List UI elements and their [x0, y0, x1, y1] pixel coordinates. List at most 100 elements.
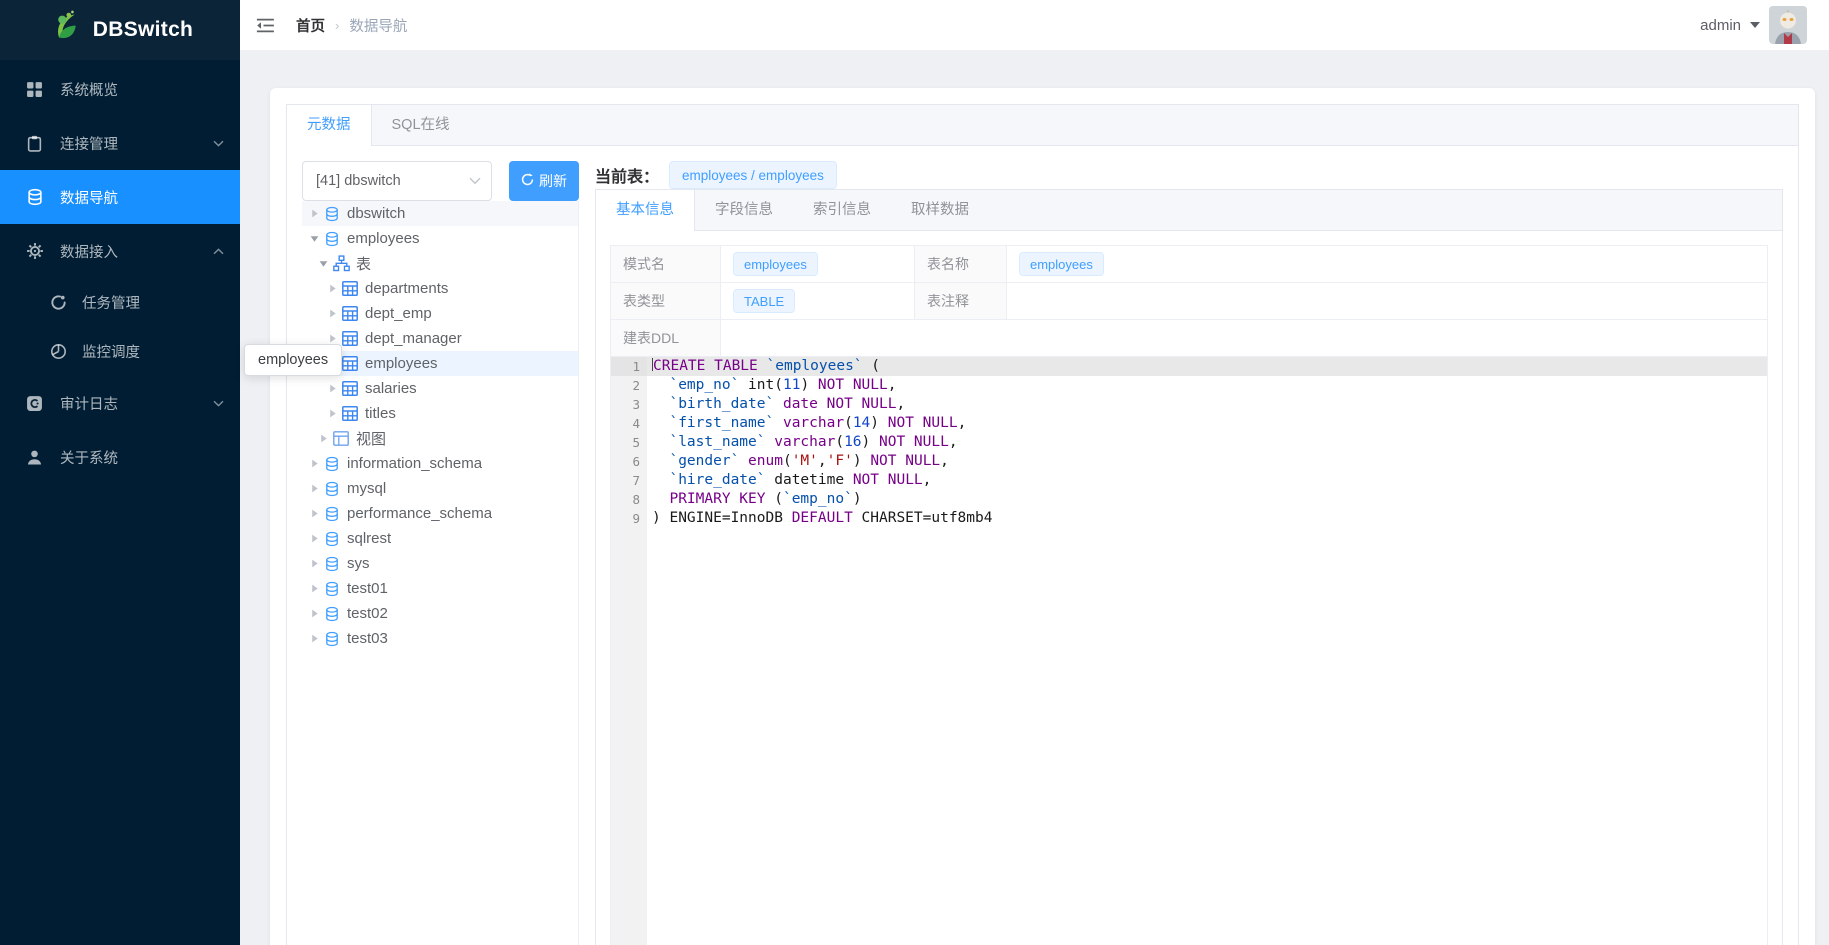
- tree-node-label: test02: [347, 605, 388, 622]
- breadcrumb-home[interactable]: 首页: [296, 15, 325, 36]
- tree-node-sqlrest[interactable]: sqlrest: [302, 526, 578, 551]
- sidebar-item-label: 连接管理: [60, 133, 213, 154]
- schema-name-label: 模式名: [611, 246, 721, 283]
- tab-sql-online[interactable]: SQL在线: [372, 105, 470, 145]
- ddl-line-number: 2: [611, 376, 647, 395]
- grid-icon: [26, 81, 46, 98]
- ddl-line-number: 1: [611, 357, 647, 376]
- inner-tabs: 基本信息字段信息索引信息取样数据 模式名 employees 表名称: [595, 189, 1783, 945]
- audit-icon: [26, 395, 46, 412]
- ddl-code-line: CREATE TABLE `employees` (: [647, 357, 1767, 376]
- tree-node-label: 表: [356, 253, 371, 274]
- tab-index-info[interactable]: 索引信息: [793, 190, 891, 230]
- caret-right-icon[interactable]: [307, 531, 322, 546]
- pie-icon: [50, 343, 70, 360]
- sidebar-item-connection-management[interactable]: 连接管理: [0, 116, 240, 170]
- tree-node-salaries[interactable]: salaries: [302, 376, 578, 401]
- caret-right-icon[interactable]: [307, 581, 322, 596]
- app-logo[interactable]: DBSwitch: [0, 0, 240, 60]
- db-tree-icon: [324, 631, 342, 647]
- current-table-tag: employees / employees: [669, 161, 837, 189]
- tree-node-sys[interactable]: sys: [302, 551, 578, 576]
- caret-right-icon[interactable]: [316, 431, 331, 446]
- caret-right-icon[interactable]: [307, 631, 322, 646]
- db-tree-icon: [324, 481, 342, 497]
- sidebar-item-about-system[interactable]: 关于系统: [0, 430, 240, 484]
- tab-metadata[interactable]: 元数据: [287, 105, 372, 146]
- db-tree-icon: [324, 606, 342, 622]
- ddl-line-number: 5: [611, 433, 647, 452]
- tree-node-test02[interactable]: test02: [302, 601, 578, 626]
- ddl-code-block[interactable]: 1CREATE TABLE `employees` (2 `emp_no` in…: [611, 357, 1767, 945]
- tree-node-test03[interactable]: test03: [302, 626, 578, 651]
- ddl-line-number: 6: [611, 452, 647, 471]
- caret-right-icon[interactable]: [307, 556, 322, 571]
- ddl-line-number: 3: [611, 395, 647, 414]
- caret-right-icon[interactable]: [325, 306, 340, 321]
- caret-right-icon[interactable]: [307, 206, 322, 221]
- caret-down-icon: [1750, 22, 1760, 28]
- caret-right-icon[interactable]: [325, 281, 340, 296]
- tree-node-dbswitch[interactable]: dbswitch: [302, 201, 578, 226]
- tree-node-performance_schema[interactable]: performance_schema: [302, 501, 578, 526]
- outer-tabs: 元数据SQL在线 [41] dbswitch: [286, 104, 1799, 945]
- tree-node-dept_manager[interactable]: dept_manager: [302, 326, 578, 351]
- content-card: 元数据SQL在线 [41] dbswitch: [270, 88, 1815, 945]
- sidebar-item-label: 关于系统: [60, 447, 224, 468]
- caret-down-icon[interactable]: [307, 231, 322, 246]
- tree-node-departments[interactable]: departments: [302, 276, 578, 301]
- tree-node-label: test03: [347, 630, 388, 647]
- inner-tabs-header: 基本信息字段信息索引信息取样数据: [596, 190, 1782, 231]
- db-tree-icon: [324, 581, 342, 597]
- sidebar: DBSwitch 系统概览连接管理数据导航数据接入任务管理监控调度审计日志关于系…: [0, 0, 240, 945]
- db-tree-icon: [324, 506, 342, 522]
- tab-sample-data[interactable]: 取样数据: [891, 190, 989, 230]
- tree-node-employees[interactable]: employees: [302, 351, 578, 376]
- sidebar-item-label: 审计日志: [60, 393, 213, 414]
- user-avatar[interactable]: [1769, 6, 1807, 44]
- ddl-code-line: PRIMARY KEY (`emp_no`): [647, 490, 1767, 509]
- caret-down-icon[interactable]: [316, 256, 331, 271]
- user-menu[interactable]: admin: [1700, 6, 1807, 44]
- sidebar-item-system-overview[interactable]: 系统概览: [0, 62, 240, 116]
- tree-node-表[interactable]: 表: [302, 251, 578, 276]
- caret-right-icon[interactable]: [307, 456, 322, 471]
- tree-node-mysql[interactable]: mysql: [302, 476, 578, 501]
- tree-node-视图[interactable]: 视图: [302, 426, 578, 451]
- tree-node-information_schema[interactable]: information_schema: [302, 451, 578, 476]
- tree-node-test01[interactable]: test01: [302, 576, 578, 601]
- caret-right-icon[interactable]: [307, 606, 322, 621]
- table-comment-cell: [1007, 283, 1768, 320]
- database-icon: [26, 188, 46, 206]
- chevron-down-icon: [469, 177, 481, 185]
- sidebar-item-audit-log[interactable]: 审计日志: [0, 376, 240, 430]
- tab-column-info[interactable]: 字段信息: [695, 190, 793, 230]
- ddl-line-number: 7: [611, 471, 647, 490]
- sidebar-item-label: 数据导航: [60, 187, 224, 208]
- sidebar-collapse-icon[interactable]: [246, 5, 284, 45]
- tree-node-titles[interactable]: titles: [302, 401, 578, 426]
- task-icon: [50, 294, 70, 311]
- breadcrumb: 首页 › 数据导航: [296, 15, 407, 36]
- tree-node-dept_emp[interactable]: dept_emp: [302, 301, 578, 326]
- sidebar-item-task-management[interactable]: 任务管理: [0, 278, 240, 327]
- tab-basic-info[interactable]: 基本信息: [596, 190, 695, 231]
- sidebar-item-monitor-schedule[interactable]: 监控调度: [0, 327, 240, 376]
- tree-node-label: dept_manager: [365, 330, 462, 347]
- ddl-code-line: `hire_date` datetime NOT NULL,: [647, 471, 1767, 490]
- ddl-code-filler: [647, 528, 1767, 945]
- schema-tree: dbswitchemployees表departmentsdept_empdep…: [302, 201, 579, 945]
- sidebar-item-data-navigation[interactable]: 数据导航: [0, 170, 240, 224]
- table-type-label: 表类型: [611, 283, 721, 320]
- sidebar-item-data-access[interactable]: 数据接入: [0, 224, 240, 278]
- refresh-icon: [521, 173, 534, 189]
- caret-right-icon[interactable]: [325, 406, 340, 421]
- tree-node-employees[interactable]: employees: [302, 226, 578, 251]
- tree-node-label: titles: [365, 405, 396, 422]
- caret-right-icon[interactable]: [307, 481, 322, 496]
- connection-select[interactable]: [41] dbswitch: [302, 161, 492, 201]
- caret-right-icon[interactable]: [307, 506, 322, 521]
- breadcrumb-separator-icon: ›: [335, 18, 339, 33]
- caret-right-icon[interactable]: [325, 381, 340, 396]
- refresh-button[interactable]: 刷新: [509, 161, 579, 201]
